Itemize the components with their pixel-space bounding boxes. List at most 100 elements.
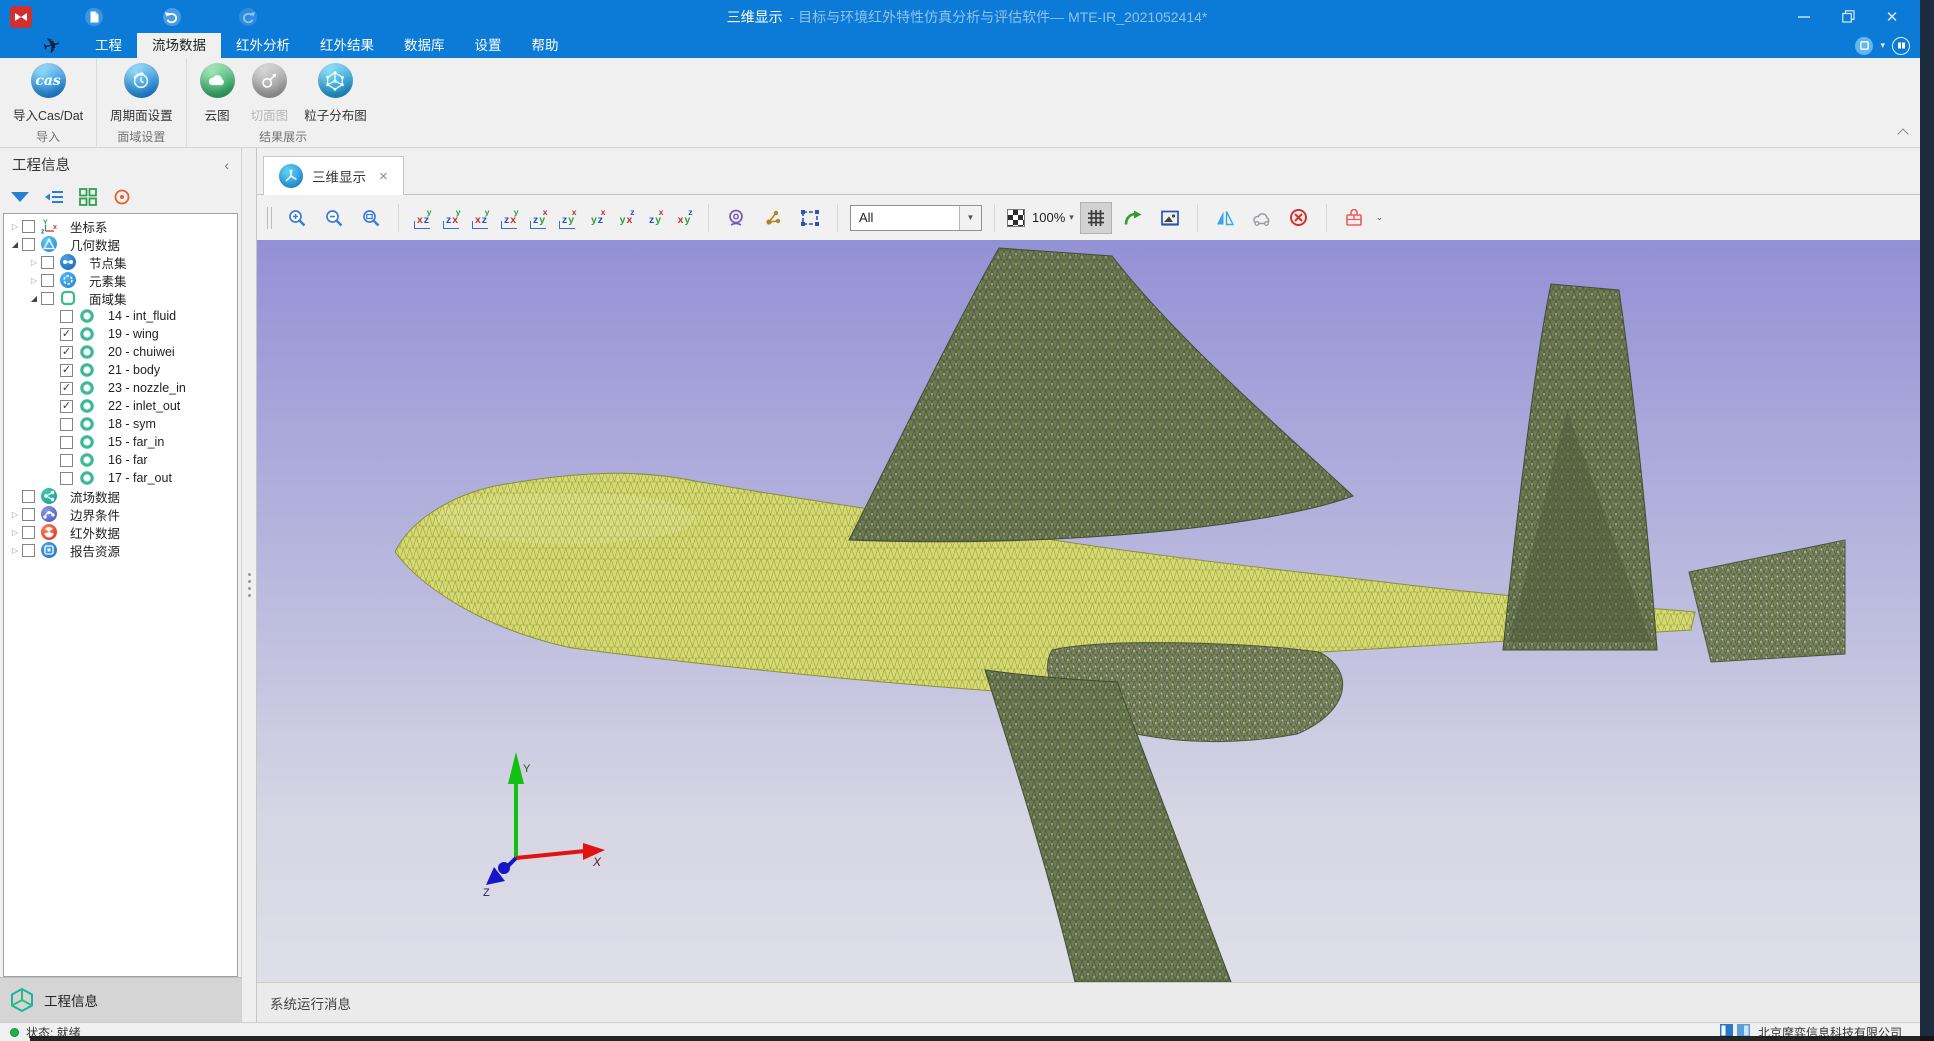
tab-3d-view[interactable]: 三维显示 × xyxy=(263,156,404,195)
tree-item[interactable]: ◢面域集 xyxy=(4,289,237,307)
tree-item[interactable]: ▷报告资源 xyxy=(4,541,237,559)
tree-expander-icon[interactable]: ◢ xyxy=(27,294,41,303)
opacity-dropdown[interactable]: 100%▾ xyxy=(1032,210,1074,225)
tab-close-icon[interactable]: × xyxy=(379,168,388,185)
tree-checkbox[interactable] xyxy=(60,472,73,485)
view-iso-2-icon[interactable]: zyx xyxy=(614,206,638,230)
tree-item[interactable]: 流场数据 xyxy=(4,487,237,505)
tree-item[interactable]: 18 - sym xyxy=(4,415,237,433)
tree-item[interactable]: ▷边界条件 xyxy=(4,505,237,523)
view-iso-3-icon[interactable]: xzy xyxy=(643,206,667,230)
tree-checkbox[interactable] xyxy=(22,490,35,503)
combo-dropdown-icon[interactable]: ▼ xyxy=(959,206,981,230)
tree-item[interactable]: ✓20 - chuiwei xyxy=(4,343,237,361)
cloud-share-icon[interactable] xyxy=(1247,203,1277,233)
mesh-grid-toggle-icon[interactable] xyxy=(1081,203,1111,233)
tree-item[interactable]: ▷Yzx坐标系 xyxy=(4,217,237,235)
ribbon-button[interactable]: cas导入Cas/Dat xyxy=(5,63,91,124)
collapse-panel-icon[interactable]: ‹ xyxy=(224,158,229,172)
app-badge-icon[interactable] xyxy=(10,6,32,28)
tree-checkbox[interactable] xyxy=(60,436,73,449)
view-back-icon[interactable]: yzx xyxy=(440,206,464,230)
selection-box-icon[interactable] xyxy=(795,203,825,233)
tree-checkbox[interactable]: ✓ xyxy=(60,328,73,341)
tree-item[interactable]: ▷红外数据 xyxy=(4,523,237,541)
tree-checkbox[interactable] xyxy=(22,544,35,557)
tree-checkbox[interactable]: ✓ xyxy=(60,346,73,359)
tree-item[interactable]: ✓19 - wing xyxy=(4,325,237,343)
tree-checkbox[interactable] xyxy=(60,310,73,323)
menu-item-3[interactable]: 红外分析 xyxy=(221,33,305,58)
ribbon-button[interactable]: 周期面设置 xyxy=(102,63,181,124)
tree-checkbox[interactable] xyxy=(60,454,73,467)
tree-item[interactable]: 17 - far_out xyxy=(4,469,237,487)
view-right-icon[interactable]: yzx xyxy=(498,206,522,230)
redo-icon[interactable] xyxy=(238,7,258,27)
menu-item-4[interactable]: 红外结果 xyxy=(305,33,389,58)
view-bottom-icon[interactable]: xzy xyxy=(556,206,580,230)
tree-expander-icon[interactable]: ◢ xyxy=(8,240,22,249)
project-info-button[interactable]: 工程信息 xyxy=(0,977,241,1022)
export-dropdown-icon[interactable]: ⌄ xyxy=(1376,212,1384,223)
forward-arrow-icon[interactable] xyxy=(1118,203,1148,233)
tree-expander-icon[interactable]: ▷ xyxy=(8,546,22,555)
menu-item-7[interactable]: 帮助 xyxy=(517,33,574,58)
menu-item-1[interactable]: 工程 xyxy=(80,33,137,58)
molecule-icon[interactable] xyxy=(758,203,788,233)
tree-expander-icon[interactable]: ▷ xyxy=(8,510,22,519)
tree-checkbox[interactable] xyxy=(22,526,35,539)
tree-item[interactable]: ✓21 - body xyxy=(4,361,237,379)
ribbon-collapse-icon[interactable] xyxy=(1899,130,1908,139)
camera-view-icon[interactable] xyxy=(721,203,751,233)
tree-expander-icon[interactable]: ▷ xyxy=(27,258,41,267)
tree-checkbox[interactable] xyxy=(41,256,54,269)
zoom-out-icon[interactable] xyxy=(319,203,349,233)
tree-item[interactable]: ▷元素集 xyxy=(4,271,237,289)
viewport-3d[interactable]: X Y Z xyxy=(257,240,1934,982)
zoom-fit-icon[interactable] xyxy=(356,203,386,233)
tree-item[interactable]: ✓22 - inlet_out xyxy=(4,397,237,415)
view-left-icon[interactable]: yxz xyxy=(469,206,493,230)
tree-checkbox[interactable] xyxy=(60,418,73,431)
ribbon-button[interactable]: 云图 xyxy=(192,63,243,124)
tree-expander-icon[interactable]: ▷ xyxy=(27,276,41,285)
panel-splitter[interactable] xyxy=(241,148,257,1022)
tree-expander-icon[interactable]: ▷ xyxy=(8,528,22,537)
tree-checkbox[interactable] xyxy=(22,238,35,251)
view-iso-4-icon[interactable]: zxy xyxy=(672,206,696,230)
tree-checkbox[interactable] xyxy=(41,292,54,305)
undo-icon[interactable] xyxy=(162,7,182,27)
list-settings-icon[interactable] xyxy=(44,188,64,206)
display-filter-combo[interactable]: All ▼ xyxy=(850,205,982,231)
view-top-icon[interactable]: xzy xyxy=(527,206,551,230)
tree-item[interactable]: ▷节点集 xyxy=(4,253,237,271)
tree-expander-icon[interactable]: ▷ xyxy=(8,222,22,231)
tree-item[interactable]: 15 - far_in xyxy=(4,433,237,451)
close-button[interactable]: ✕ xyxy=(1870,0,1914,33)
menu-item-5[interactable]: 数据库 xyxy=(389,33,460,58)
view-front-icon[interactable]: yxz xyxy=(411,206,435,230)
window-switch-icon[interactable] xyxy=(1855,37,1873,55)
view-iso-1-icon[interactable]: xyz xyxy=(585,206,609,230)
window-switch-dropdown-icon[interactable]: ▾ xyxy=(1880,40,1885,51)
tree-item[interactable]: 14 - int_fluid xyxy=(4,307,237,325)
toolbar-drag-handle[interactable] xyxy=(267,207,272,229)
help-book-icon[interactable] xyxy=(1892,37,1910,55)
tree-checkbox[interactable]: ✓ xyxy=(60,382,73,395)
new-document-icon[interactable] xyxy=(84,7,104,27)
grid-view-icon[interactable] xyxy=(78,188,98,206)
minimize-button[interactable] xyxy=(1782,0,1826,33)
export-box-icon[interactable] xyxy=(1339,203,1369,233)
locate-target-icon[interactable] xyxy=(112,188,132,206)
snapshot-icon[interactable] xyxy=(1155,203,1185,233)
zoom-in-icon[interactable] xyxy=(282,203,312,233)
cancel-icon[interactable] xyxy=(1284,203,1314,233)
ribbon-button[interactable]: 粒子分布图 xyxy=(296,63,375,124)
tree-checkbox[interactable] xyxy=(22,508,35,521)
tree-checkbox[interactable] xyxy=(41,274,54,287)
menu-item-6[interactable]: 设置 xyxy=(460,33,517,58)
tree-item[interactable]: ◢几何数据 xyxy=(4,235,237,253)
tree-item[interactable]: ✓23 - nozzle_in xyxy=(4,379,237,397)
tree-checkbox[interactable]: ✓ xyxy=(60,364,73,377)
mirror-icon[interactable] xyxy=(1210,203,1240,233)
